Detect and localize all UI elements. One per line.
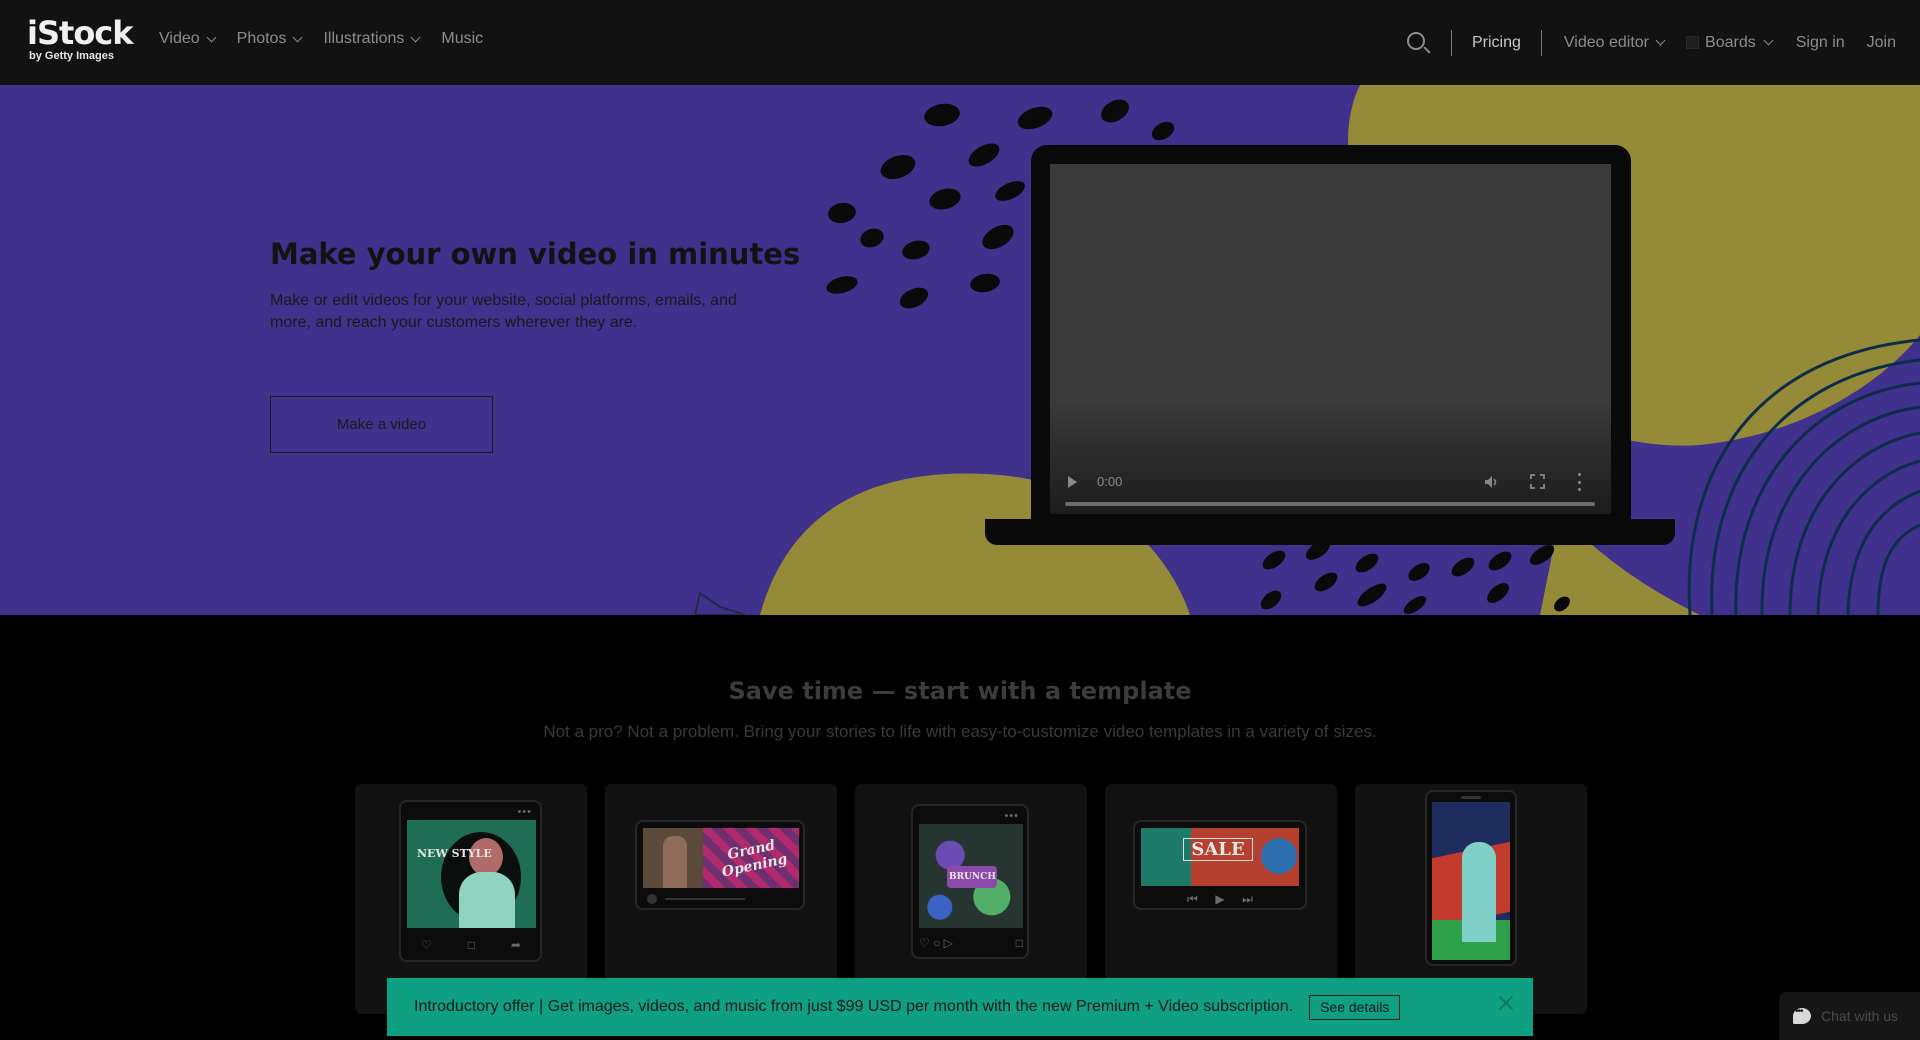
post-actions: ♡ □ ➦ [421, 938, 521, 952]
nav-divider [1540, 29, 1542, 56]
secondary-nav: Pricing Video editor Boards Sign in Join [1405, 0, 1896, 85]
boards-label: Boards [1705, 33, 1756, 51]
nav-music-label: Music [441, 30, 484, 47]
nav-boards[interactable]: Boards [1686, 33, 1774, 52]
bookmark-icon: □ [1015, 936, 1023, 950]
chat-button[interactable]: Chat with us [1779, 992, 1920, 1040]
phone-story-frame [1425, 790, 1517, 966]
like-icon: ♡ ○ ▷ [919, 936, 953, 950]
primary-nav: Video Photos Illustrations Music [159, 30, 483, 48]
next-icon: ⏭ [1242, 892, 1253, 906]
nav-video[interactable]: Video [159, 30, 217, 48]
chevron-down-icon [293, 32, 303, 42]
nav-video-editor[interactable]: Video editor [1563, 33, 1666, 52]
nav-divider [1451, 29, 1452, 56]
like-icon: ♡ [421, 938, 432, 952]
player-frame: SALE ⏮ ▶ ⏭ [1133, 820, 1307, 910]
template-thumbnail: SALE [1141, 828, 1299, 886]
top-navigation: iStock by Getty Images Video Photos Illu… [0, 0, 1920, 85]
previous-icon: ⏮ [1187, 892, 1198, 906]
make-video-button[interactable]: Make a video [270, 396, 493, 453]
templates-title: Save time — start with a template [728, 677, 1192, 705]
nav-music[interactable]: Music [441, 30, 483, 48]
template-thumbnail: NEW STYLE [407, 820, 536, 928]
join-link[interactable]: Join [1867, 34, 1896, 52]
chevron-down-icon [1655, 35, 1666, 46]
template-thumbnail [1432, 802, 1510, 960]
chat-label: Chat with us [1821, 1008, 1899, 1024]
video-editor-label: Video editor [1563, 33, 1650, 51]
template-overlay-text: BRUNCH [949, 872, 996, 882]
chevron-down-icon [1763, 35, 1774, 46]
istock-logo[interactable]: iStock by Getty Images [27, 16, 139, 68]
nav-illustrations-label: Illustrations [323, 30, 405, 47]
volume-icon[interactable] [1483, 474, 1499, 490]
post-actions: ♡ ○ ▷ □ [919, 936, 1023, 950]
video-time: 0:00 [1097, 474, 1123, 489]
more-icon: ••• [1004, 810, 1019, 822]
laptop-base [985, 519, 1675, 545]
search-icon[interactable] [1405, 30, 1431, 56]
chevron-down-icon [206, 32, 217, 42]
laptop-frame: 0:00 [1031, 145, 1631, 520]
more-icon: ••• [517, 806, 532, 818]
close-icon[interactable] [1497, 994, 1515, 1012]
template-thumbnail: BRUNCH [919, 824, 1023, 928]
nav-illustrations[interactable]: Illustrations [323, 30, 421, 48]
templates-subtitle: Not a pro? Not a problem. Bring your sto… [543, 722, 1377, 741]
chat-bubble-icon [1793, 1006, 1811, 1024]
fullscreen-icon[interactable] [1530, 474, 1545, 489]
player-controls: ⏮ ▶ ⏭ [1187, 892, 1253, 907]
video-progress-bar[interactable] [1065, 502, 1595, 506]
phone-post-frame: ••• BRUNCH ♡ ○ ▷ □ [911, 804, 1029, 959]
more-options-icon[interactable] [1576, 473, 1582, 491]
nav-photos-label: Photos [236, 30, 287, 47]
hero-title: Make your own video in minutes [270, 237, 801, 271]
hero-description: Make or edit videos for your website, so… [270, 292, 737, 331]
comment-icon: □ [467, 938, 475, 952]
template-overlay-text: SALE [1183, 838, 1253, 861]
widescreen-frame: Grand Opening [635, 820, 805, 910]
see-details-button[interactable]: See details [1309, 994, 1401, 1020]
sign-in-link[interactable]: Sign in [1796, 34, 1845, 52]
logo-wordmark: iStock [27, 14, 134, 52]
hero-banner: Make your own video in minutes Make or e… [0, 85, 1920, 615]
share-icon: ➦ [510, 938, 521, 952]
video-player[interactable]: 0:00 [1050, 164, 1611, 514]
nav-video-label: Video [159, 30, 200, 47]
template-overlay-text: NEW STYLE [417, 847, 492, 860]
phone-post-frame: ••• NEW STYLE ♡ □ ➦ [399, 800, 542, 962]
nav-photos[interactable]: Photos [236, 30, 303, 48]
promo-text: Introductory offer | Get images, videos,… [414, 998, 1294, 1015]
promo-banner: Introductory offer | Get images, videos,… [387, 978, 1533, 1036]
boards-icon [1686, 36, 1700, 49]
chevron-down-icon [410, 32, 421, 42]
pricing-link[interactable]: Pricing [1472, 34, 1521, 52]
play-icon[interactable] [1068, 476, 1077, 488]
template-thumbnail: Grand Opening [643, 828, 799, 888]
play-icon: ▶ [1215, 892, 1225, 906]
